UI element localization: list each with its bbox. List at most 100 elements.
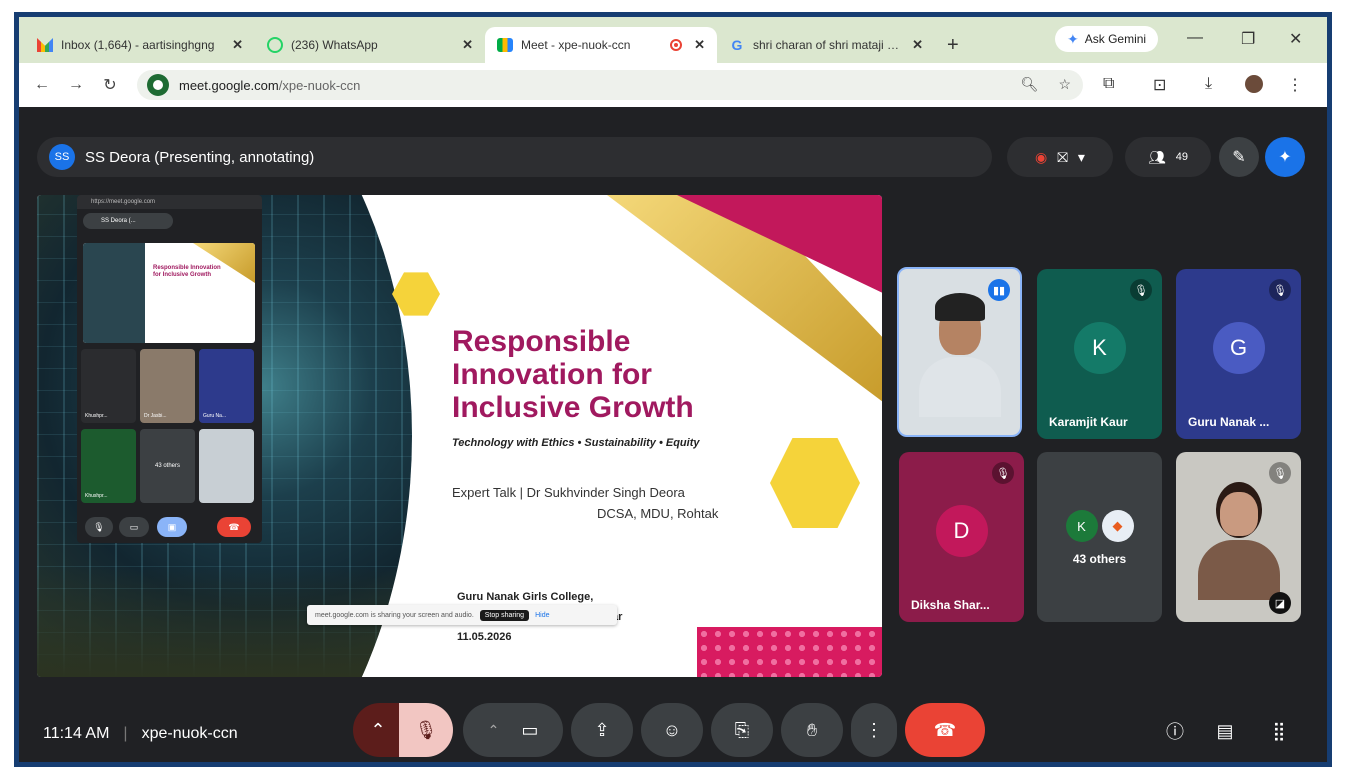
more-vert-icon: ⋮ bbox=[865, 719, 883, 740]
clock-time: 11:14 AM bbox=[43, 725, 110, 742]
chevron-up-icon: ⌃ bbox=[487, 721, 500, 738]
others-avatars: K ◆ bbox=[1065, 510, 1134, 542]
chat-icon[interactable]: ▤ bbox=[1209, 715, 1241, 747]
hand-icon: ✋︎ bbox=[806, 719, 818, 740]
forward-icon[interactable]: → bbox=[59, 76, 93, 94]
whatsapp-icon bbox=[267, 37, 283, 53]
present-controls[interactable]: ◉ ⛝ ▾ bbox=[1007, 137, 1113, 177]
mini-presenter-bar: SS Deora (... bbox=[83, 213, 173, 229]
participant-tile[interactable]: 🎙︎ G Guru Nanak ... bbox=[1176, 269, 1301, 439]
browser-window: Inbox (1,664) - aartisinghgng ✕ (236) Wh… bbox=[14, 12, 1332, 767]
mini-tile-label: Khushpr... bbox=[85, 493, 108, 499]
minimize-icon[interactable]: — bbox=[1187, 29, 1203, 47]
pip-icon[interactable]: ◪ bbox=[1269, 592, 1291, 614]
close-icon[interactable]: ✕ bbox=[694, 37, 705, 53]
new-tab-icon[interactable]: + bbox=[935, 34, 971, 63]
chevron-down-icon[interactable]: ▾ bbox=[1078, 149, 1085, 166]
mini-slide-image bbox=[83, 243, 145, 343]
mini-slide-title: Responsible Innovation for Inclusive Gro… bbox=[153, 265, 221, 278]
record-icon[interactable]: ◉ bbox=[1035, 149, 1047, 166]
back-icon[interactable]: ← bbox=[25, 76, 59, 94]
microphone-button[interactable]: 🎙︎ bbox=[399, 703, 453, 757]
others-label: 43 others bbox=[1072, 552, 1127, 566]
ask-gemini-button[interactable]: ✦ Ask Gemini bbox=[1055, 26, 1159, 52]
mini-tile: Dr Jasbi... bbox=[140, 349, 195, 423]
download-icon[interactable]: ⤓ bbox=[1205, 75, 1212, 93]
speaking-icon: ▮▮ bbox=[988, 279, 1010, 301]
participant-tile[interactable]: 🎙︎ K Karamjit Kaur bbox=[1037, 269, 1162, 439]
address-bar[interactable]: meet.google.com/xpe-nuok-ccn 🔍︎ ☆ bbox=[137, 70, 1083, 100]
close-icon[interactable]: ✕ bbox=[912, 37, 923, 53]
mic-off-icon: 🎙︎ bbox=[992, 462, 1014, 484]
meeting-details-icon[interactable]: ⓘ bbox=[1159, 715, 1191, 747]
gemini-icon: ✦ bbox=[1278, 149, 1292, 166]
slide-hexagon bbox=[392, 272, 440, 316]
close-icon[interactable]: ✕ bbox=[232, 37, 243, 53]
tab-label: Meet - xpe-nuok-ccn bbox=[521, 38, 631, 52]
emoji-icon: ☺ bbox=[662, 719, 682, 740]
omnibox-actions: 🔍︎ ☆ bbox=[1021, 76, 1071, 93]
mini-tile-label: Khushpr... bbox=[85, 413, 108, 419]
recording-icon bbox=[670, 39, 683, 51]
mini-camera-icon: ▭ bbox=[119, 517, 149, 537]
activities-icon[interactable]: ⣿ bbox=[1263, 715, 1295, 747]
hangup-icon: ☎ bbox=[933, 719, 957, 740]
share-message: meet.google.com is sharing your screen a… bbox=[315, 611, 474, 619]
mini-tile-label: 43 others bbox=[154, 463, 181, 469]
mini-tile-label: Dr Jasbi... bbox=[144, 413, 167, 419]
stop-sharing-button[interactable]: Stop sharing bbox=[479, 609, 530, 621]
leave-call-button[interactable]: ☎ bbox=[905, 703, 985, 757]
present-button[interactable]: ⇪ bbox=[571, 703, 633, 757]
gmail-icon bbox=[37, 38, 53, 52]
mic-off-icon: 🎙︎ bbox=[1269, 279, 1291, 301]
annotate-button[interactable]: ✎ bbox=[1219, 137, 1259, 177]
avatar: K bbox=[1073, 322, 1126, 374]
meet-icon bbox=[497, 38, 513, 52]
bookmark-star-icon[interactable]: ☆ bbox=[1058, 76, 1071, 93]
audio-options-button[interactable]: ⌃ bbox=[353, 703, 403, 757]
shared-slide: Responsible Innovation for Inclusive Gro… bbox=[37, 195, 882, 677]
meet-stage: SS SS Deora (Presenting, annotating) ◉ ⛝… bbox=[19, 107, 1327, 762]
url-host: meet.google.com bbox=[179, 77, 279, 93]
tab-search-icon[interactable]: ⊡ bbox=[1153, 75, 1166, 95]
tab-gmail[interactable]: Inbox (1,664) - aartisinghgng ✕ bbox=[25, 27, 255, 63]
reactions-button[interactable]: ☺ bbox=[641, 703, 703, 757]
participant-name: Karamjit Kaur bbox=[1049, 415, 1128, 429]
tab-whatsapp[interactable]: (236) WhatsApp ✕ bbox=[255, 27, 485, 63]
slide-college: Guru Nanak Girls College, bbox=[457, 591, 594, 603]
zoom-icon[interactable]: 🔍︎ bbox=[1021, 76, 1039, 93]
profile-avatar[interactable] bbox=[1245, 75, 1263, 93]
participant-tile-presenter[interactable]: ▮▮ bbox=[897, 267, 1022, 437]
tab-google-search[interactable]: G shri charan of shri mataji nirr ✕ bbox=[717, 27, 935, 63]
reload-icon[interactable]: ↻ bbox=[93, 75, 127, 95]
camera-button[interactable]: ⌃ ▭ bbox=[463, 703, 563, 757]
site-info-icon[interactable] bbox=[147, 74, 169, 96]
tab-meet[interactable]: Meet - xpe-nuok-ccn ✕ bbox=[485, 27, 717, 63]
participants-count: 49 bbox=[1175, 151, 1189, 163]
more-vert-icon[interactable]: ⋮ bbox=[1287, 75, 1303, 95]
more-options-button[interactable]: ⋮ bbox=[851, 703, 897, 757]
others-tile[interactable]: K ◆ 43 others bbox=[1037, 452, 1162, 622]
camera-icon: ▭ bbox=[521, 719, 539, 740]
participant-tile[interactable]: 🎙︎ ◪ bbox=[1176, 452, 1301, 622]
mini-url: https://meet.google.com bbox=[77, 195, 262, 209]
gemini-meet-button[interactable]: ✦ bbox=[1265, 137, 1305, 177]
participant-tile[interactable]: 🎙︎ D Diksha Shar... bbox=[899, 452, 1024, 622]
presenter-label: SS Deora (Presenting, annotating) bbox=[85, 148, 315, 166]
hide-button[interactable]: Hide bbox=[535, 612, 549, 619]
people-button[interactable]: 👥︎ 49 bbox=[1125, 137, 1211, 177]
people-icon: 👥︎ bbox=[1147, 148, 1166, 165]
mini-present-icon: ▣ bbox=[157, 517, 187, 537]
avatar: SS bbox=[49, 144, 75, 170]
extensions-icon[interactable]: ⧉ bbox=[1103, 75, 1114, 93]
close-icon[interactable]: ✕ bbox=[462, 37, 473, 53]
window-close-icon[interactable]: ✕ bbox=[1289, 29, 1302, 49]
url-path: /xpe-nuok-ccn bbox=[278, 77, 361, 93]
presenter-bar[interactable]: SS SS Deora (Presenting, annotating) bbox=[37, 137, 992, 177]
captions-button[interactable]: ⎘ bbox=[711, 703, 773, 757]
raise-hand-button[interactable]: ✋︎ bbox=[781, 703, 843, 757]
restore-icon[interactable]: ❐ bbox=[1241, 29, 1255, 49]
mini-tile: Khushpr... bbox=[81, 349, 136, 423]
stop-presenting-icon[interactable]: ⛝ bbox=[1057, 149, 1068, 166]
participant-video bbox=[1197, 470, 1280, 600]
